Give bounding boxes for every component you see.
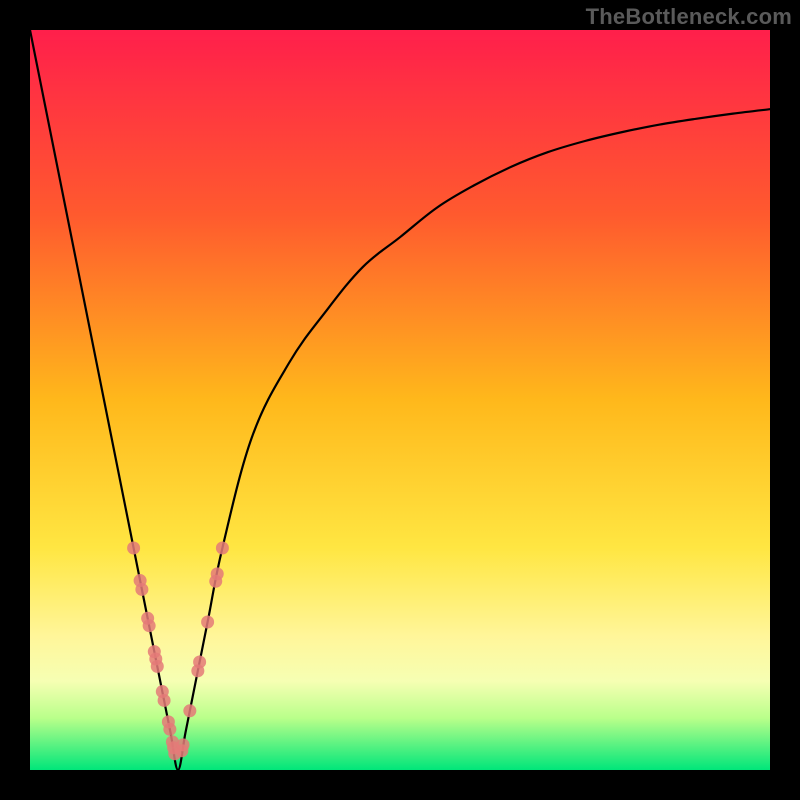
watermark-text: TheBottleneck.com: [586, 4, 792, 30]
curve-marker: [183, 704, 196, 717]
gradient-background: [30, 30, 770, 770]
chart-svg: [30, 30, 770, 770]
curve-marker: [177, 738, 190, 751]
curve-marker: [156, 685, 169, 698]
chart-frame: TheBottleneck.com: [0, 0, 800, 800]
curve-marker: [216, 542, 229, 555]
curve-marker: [134, 574, 147, 587]
curve-marker: [127, 542, 140, 555]
curve-marker: [201, 616, 214, 629]
curve-marker: [193, 655, 206, 668]
curve-marker: [211, 567, 224, 580]
curve-marker: [162, 715, 175, 728]
plot-area: [30, 30, 770, 770]
curve-marker: [141, 612, 154, 625]
curve-marker: [148, 645, 161, 658]
